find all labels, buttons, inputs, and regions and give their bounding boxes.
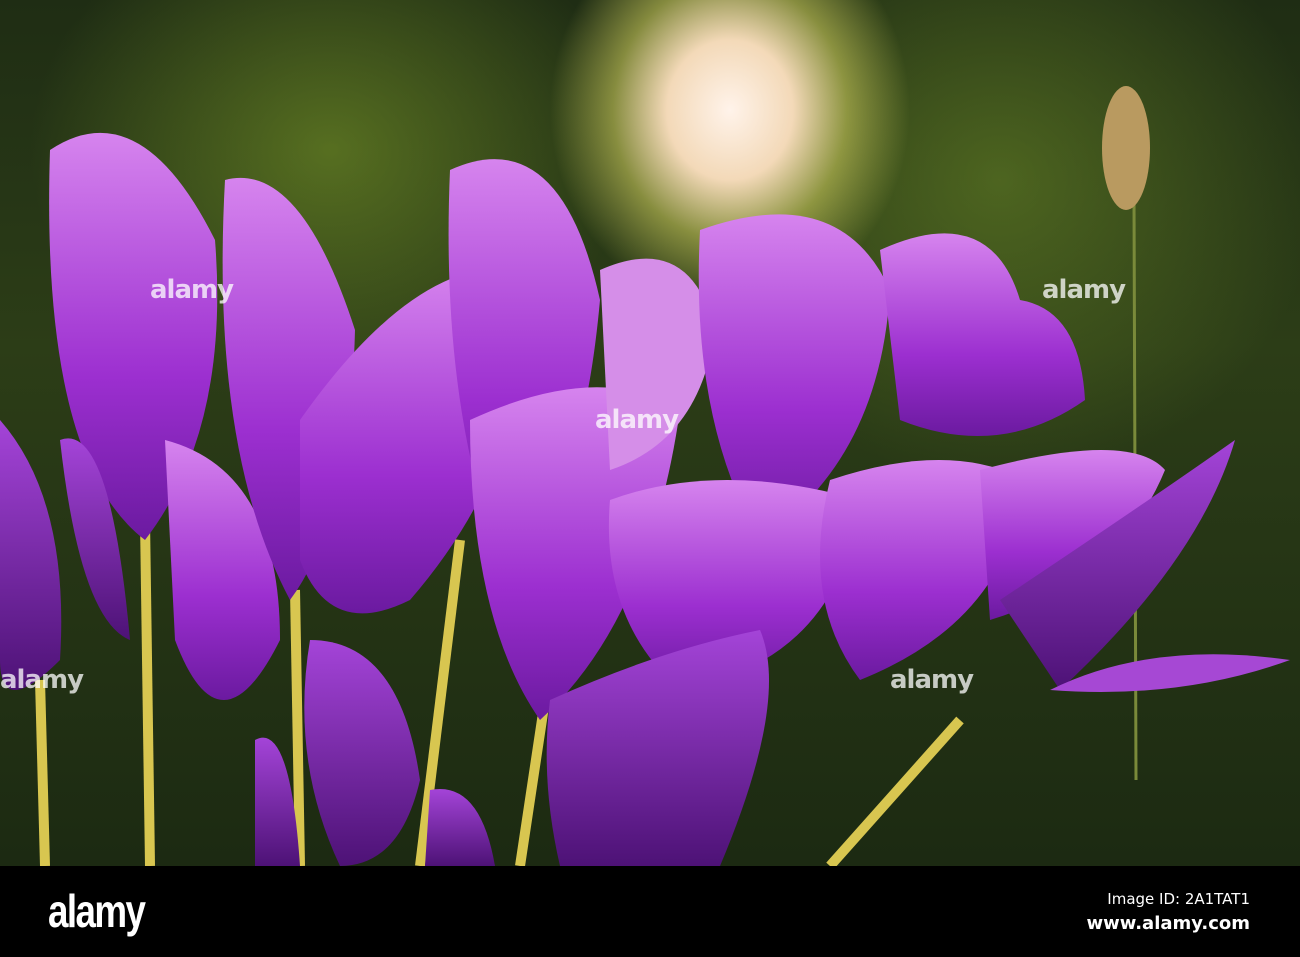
site-url: www.alamy.com xyxy=(1086,913,1250,934)
watermark: alamy xyxy=(0,665,84,695)
watermark: alamy xyxy=(890,665,974,695)
watermark: alamy xyxy=(595,405,679,435)
flower-photo: alamy alamy alamy alamy alamy xyxy=(0,0,1300,866)
petals xyxy=(0,132,1290,866)
footer-bar: alamy Image ID: 2A1TAT1 www.alamy.com xyxy=(0,866,1300,957)
image-id: Image ID: 2A1TAT1 xyxy=(1107,890,1250,908)
watermark: alamy xyxy=(1042,275,1126,305)
alamy-logo: alamy xyxy=(48,885,146,937)
watermark: alamy xyxy=(150,275,234,305)
grass-seedhead xyxy=(1102,86,1150,210)
